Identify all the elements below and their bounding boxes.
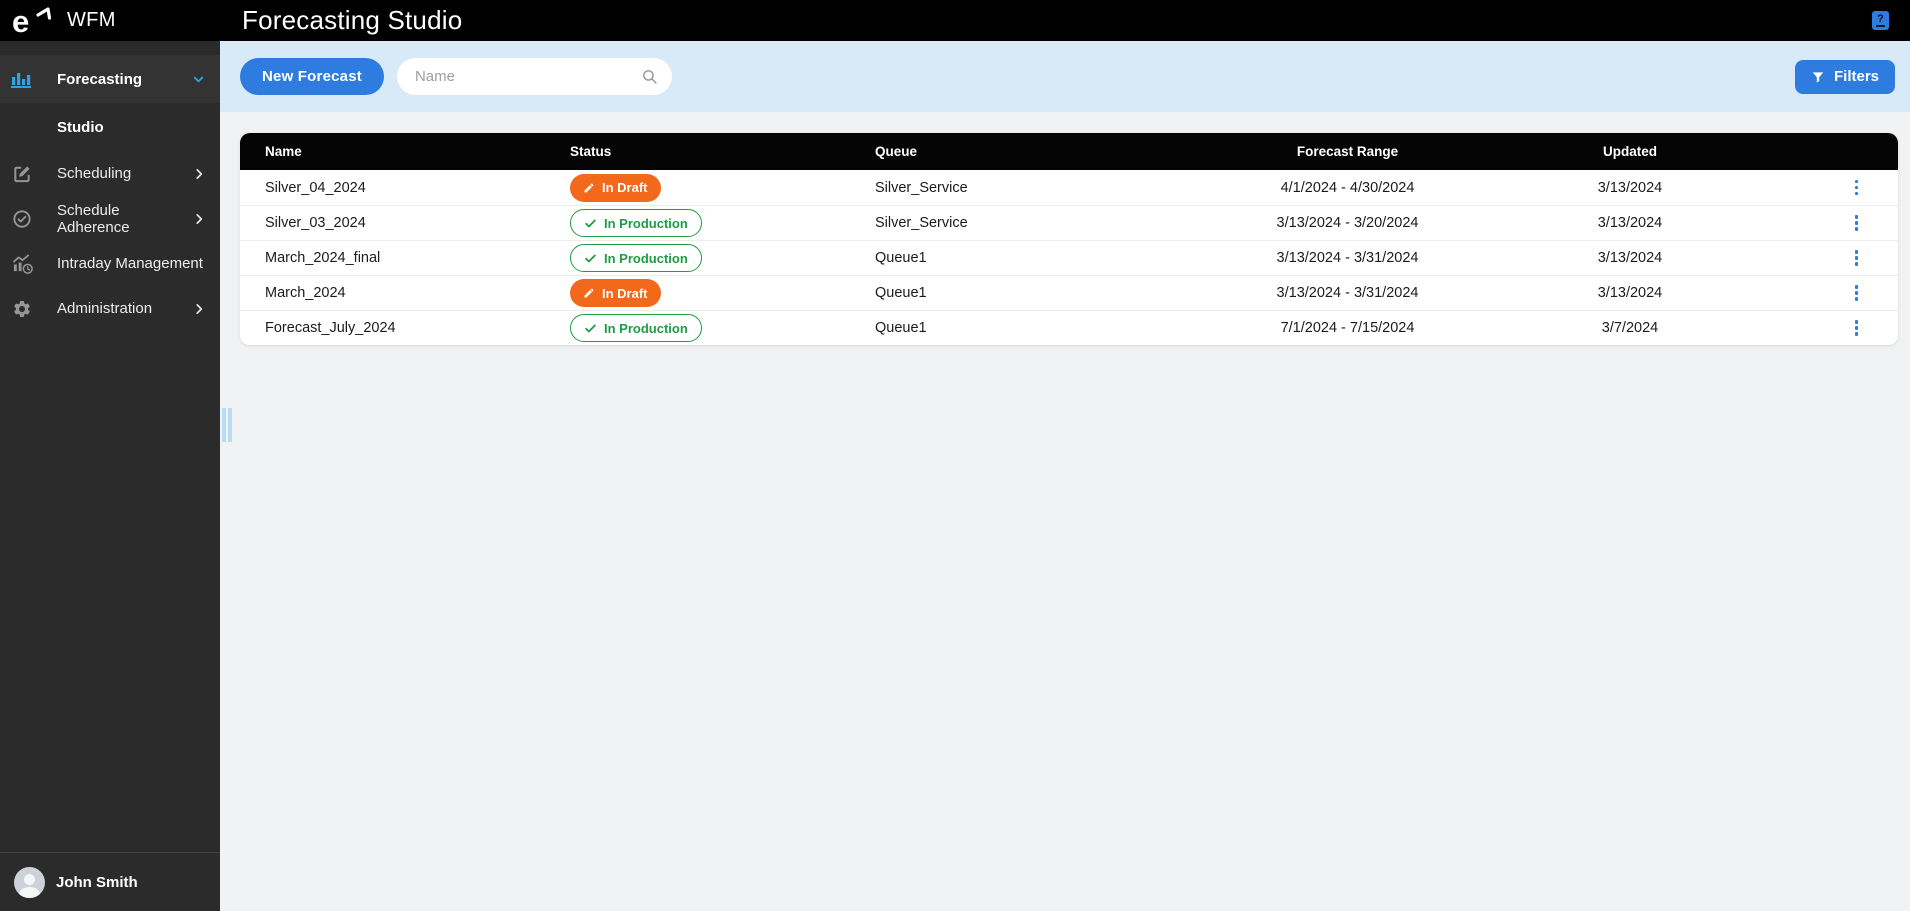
filters-button[interactable]: Filters (1794, 59, 1895, 94)
cell-queue: Queue1 (875, 320, 927, 336)
pencil-icon (584, 183, 594, 192)
cell-updated: 3/13/2024 (1597, 179, 1663, 196)
cell-updated: 3/13/2024 (1597, 215, 1663, 231)
status-badge-label: In Production (604, 250, 688, 266)
sidebar-item-label: Intraday Management (57, 255, 203, 272)
pencil-icon (584, 288, 594, 298)
forecasts-table: Name Status Queue Forecast Range Updated… (240, 133, 1898, 345)
cell-name: March_2024 (265, 285, 346, 301)
page-title: Forecasting Studio (242, 5, 463, 35)
table-row[interactable]: March_2024_final In Production Queue1 3/… (240, 240, 1898, 275)
help-question-icon: ? (1877, 13, 1884, 25)
cell-forecast-range: 3/13/2024 - 3/20/2024 (1276, 215, 1419, 231)
sidebar-item-administration[interactable]: Administration (0, 286, 220, 331)
filter-funnel-icon (1811, 70, 1825, 84)
user-name: John Smith (56, 873, 138, 891)
column-header-name: Name (265, 144, 302, 159)
cell-queue: Silver_Service (875, 215, 968, 231)
sidebar-item-forecasting[interactable]: Forecasting (0, 55, 220, 103)
cell-name: March_2024_final (265, 250, 381, 266)
brand-name: WFM (67, 9, 116, 31)
chevron-down-icon (191, 72, 206, 87)
row-actions-menu[interactable] (1850, 246, 1864, 270)
toolbar: New Forecast Filters (220, 41, 1910, 112)
cell-queue: Silver_Service (875, 179, 968, 196)
cell-name: Forecast_July_2024 (265, 320, 396, 336)
status-badge-label: In Draft (602, 285, 648, 301)
cell-updated: 3/13/2024 (1597, 250, 1663, 266)
column-header-status: Status (570, 144, 612, 159)
row-actions-menu[interactable] (1850, 176, 1864, 200)
bar-chart-icon (10, 69, 34, 89)
sidebar-item-schedule-adherence[interactable]: Schedule Adherence (0, 196, 220, 241)
status-badge: In Draft (570, 279, 661, 307)
sidebar-item-label: Schedule Adherence (57, 201, 130, 236)
cell-updated: 3/13/2024 (1597, 285, 1663, 301)
status-badge-label: In Production (604, 320, 688, 336)
sidebar-item-label: Administration (57, 300, 153, 317)
brand: e WFM (0, 5, 220, 37)
table-row[interactable]: Forecast_July_2024 In Production Queue1 … (240, 310, 1898, 345)
table-row[interactable]: Silver_03_2024 In Production Silver_Serv… (240, 205, 1898, 240)
table-row[interactable]: March_2024 In Draft Queue1 3/13/2024 - 3… (240, 275, 1898, 310)
filters-button-label: Filters (1833, 68, 1879, 85)
search-input[interactable] (414, 68, 641, 85)
chevron-right-icon (192, 302, 206, 316)
table-row[interactable]: Silver_04_2024 In Draft Silver_Service 4… (240, 170, 1898, 205)
sidebar-resize-handle[interactable] (222, 408, 232, 442)
help-button[interactable]: ? (1872, 11, 1889, 30)
chevron-right-icon (192, 212, 206, 226)
sidebar: Forecasting Studio Scheduling Schedule A… (0, 41, 220, 911)
chevron-right-icon (192, 167, 206, 181)
help-icon-underbar (1876, 25, 1885, 27)
app-logo-icon: e (11, 5, 53, 37)
cell-forecast-range: 7/1/2024 - 7/15/2024 (1280, 320, 1415, 336)
nav-group-forecasting: Forecasting Studio (0, 55, 220, 151)
check-icon (585, 324, 596, 332)
row-actions-menu[interactable] (1850, 211, 1864, 235)
column-header-forecast-range: Forecast Range (1296, 144, 1399, 159)
row-actions-menu[interactable] (1850, 281, 1864, 305)
user-menu[interactable]: John Smith (0, 852, 220, 911)
sidebar-item-studio[interactable]: Studio (0, 103, 220, 151)
status-badge: In Draft (570, 173, 661, 202)
sidebar-nav: Forecasting Studio Scheduling Schedule A… (0, 41, 220, 852)
column-header-updated: Updated (1603, 144, 1657, 159)
sidebar-item-label: Scheduling (57, 165, 132, 182)
check-icon (585, 254, 596, 262)
new-forecast-button[interactable]: New Forecast (240, 58, 384, 95)
sidebar-item-scheduling[interactable]: Scheduling (0, 151, 220, 196)
cell-updated: 3/7/2024 (1601, 320, 1659, 336)
intraday-chart-icon (10, 254, 34, 274)
table-body: Silver_04_2024 In Draft Silver_Service 4… (240, 170, 1898, 345)
svg-text:e: e (12, 5, 29, 37)
cell-queue: Queue1 (875, 250, 927, 266)
cell-name: Silver_03_2024 (265, 215, 366, 231)
status-badge: In Production (570, 209, 702, 237)
row-actions-menu[interactable] (1850, 316, 1864, 340)
status-badge-label: In Production (604, 215, 688, 231)
topbar: e WFM Forecasting Studio ? (0, 0, 1910, 41)
search-icon[interactable] (641, 68, 658, 85)
sidebar-item-intraday-management[interactable]: Intraday Management (0, 241, 220, 286)
status-badge: In Production (570, 314, 702, 342)
cell-forecast-range: 4/1/2024 - 4/30/2024 (1280, 179, 1415, 196)
search-box (396, 58, 672, 95)
sidebar-item-label: Forecasting (57, 70, 143, 88)
cell-forecast-range: 3/13/2024 - 3/31/2024 (1276, 285, 1419, 301)
gear-icon (10, 299, 34, 319)
status-badge: In Production (570, 244, 702, 272)
sidebar-subitem-label: Studio (57, 118, 104, 136)
table-header-row: Name Status Queue Forecast Range Updated (240, 133, 1898, 170)
edit-icon (10, 164, 34, 184)
column-header-queue: Queue (875, 144, 918, 159)
check-icon (585, 219, 596, 227)
cell-queue: Queue1 (875, 285, 927, 301)
user-avatar (14, 866, 45, 898)
status-badge-label: In Draft (602, 180, 648, 195)
check-circle-icon (10, 209, 34, 229)
main-content: New Forecast Filters (220, 41, 1910, 911)
cell-forecast-range: 3/13/2024 - 3/31/2024 (1276, 250, 1419, 266)
cell-name: Silver_04_2024 (265, 179, 366, 196)
